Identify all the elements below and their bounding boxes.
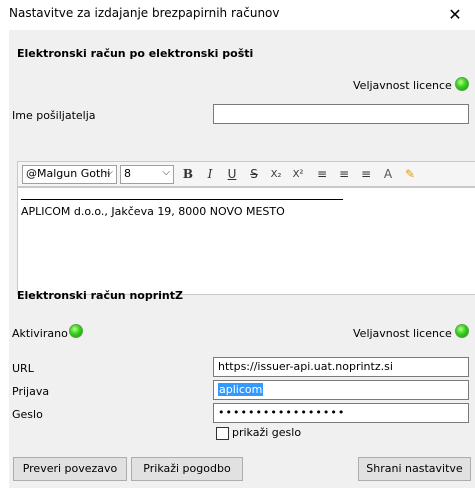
align-right-button[interactable]: ≡ [356, 165, 376, 184]
subscript-button[interactable]: X₂ [266, 165, 286, 184]
underline-button[interactable]: U [222, 165, 242, 184]
noprintz-license-status-icon [455, 324, 469, 338]
password-input[interactable]: ••••••••••••••••• [213, 403, 469, 423]
activated-label: Aktivirano [12, 327, 68, 340]
url-label: URL [12, 362, 34, 375]
sender-name-label: Ime pošiljatelja [12, 109, 96, 122]
align-center-button[interactable]: ≡ [334, 165, 354, 184]
show-password-label: prikaži geslo [232, 426, 302, 439]
email-section-title: Elektronski račun po elektronski pošti [17, 47, 254, 60]
editor-toolbar: @Malgun Gothi ⌵ 8 ⌵ B I U S X₂ X² ≡ ≡ ≡ … [17, 161, 475, 187]
italic-button[interactable]: I [200, 165, 220, 184]
password-label: Geslo [12, 408, 43, 421]
font-name-value: @Malgun Gothi [26, 167, 111, 180]
settings-panel: Elektronski račun po elektronski pošti V… [9, 30, 475, 488]
show-password-checkbox[interactable] [216, 427, 229, 440]
title-bar: Nastavitve za izdajanje brezpapirnih rač… [0, 0, 475, 30]
highlight-button[interactable]: ✎ [400, 165, 420, 184]
font-size-value: 8 [124, 167, 131, 180]
url-input[interactable]: https://issuer-api.uat.noprintz.si [213, 357, 469, 377]
activated-status-icon [69, 324, 83, 338]
noprintz-section-title: Elektronski račun noprintZ [17, 289, 183, 302]
font-name-select[interactable]: @Malgun Gothi ⌵ [22, 165, 117, 184]
email-license-status-icon [455, 77, 469, 91]
signature-editor[interactable]: APLICOM d.o.o., Jakčeva 19, 8000 NOVO ME… [17, 187, 475, 295]
login-input[interactable]: aplicom [213, 380, 469, 400]
chevron-down-icon: ⌵ [105, 167, 113, 178]
show-contract-button[interactable]: Prikaži pogodbo [131, 457, 243, 481]
login-label: Prijava [12, 385, 50, 398]
align-left-button[interactable]: ≡ [312, 165, 332, 184]
chevron-down-icon: ⌵ [162, 167, 170, 178]
signature-text: APLICOM d.o.o., Jakčeva 19, 8000 NOVO ME… [21, 205, 285, 218]
font-color-button[interactable]: A [378, 165, 398, 184]
bold-button[interactable]: B [178, 165, 198, 184]
font-size-select[interactable]: 8 ⌵ [120, 165, 174, 184]
check-connection-button[interactable]: Preveri povezavo [13, 457, 127, 481]
window-title: Nastavitve za izdajanje brezpapirnih rač… [9, 6, 280, 20]
sender-name-input[interactable] [213, 104, 469, 124]
login-value: aplicom [218, 383, 264, 396]
noprintz-license-label: Veljavnost licence [353, 327, 452, 340]
close-icon[interactable]: ✕ [435, 0, 475, 30]
superscript-button[interactable]: X² [288, 165, 308, 184]
save-settings-button[interactable]: Shrani nastavitve [358, 457, 471, 481]
email-license-label: Veljavnost licence [353, 79, 452, 92]
strikethrough-button[interactable]: S [244, 165, 264, 184]
signature-divider [21, 199, 343, 200]
